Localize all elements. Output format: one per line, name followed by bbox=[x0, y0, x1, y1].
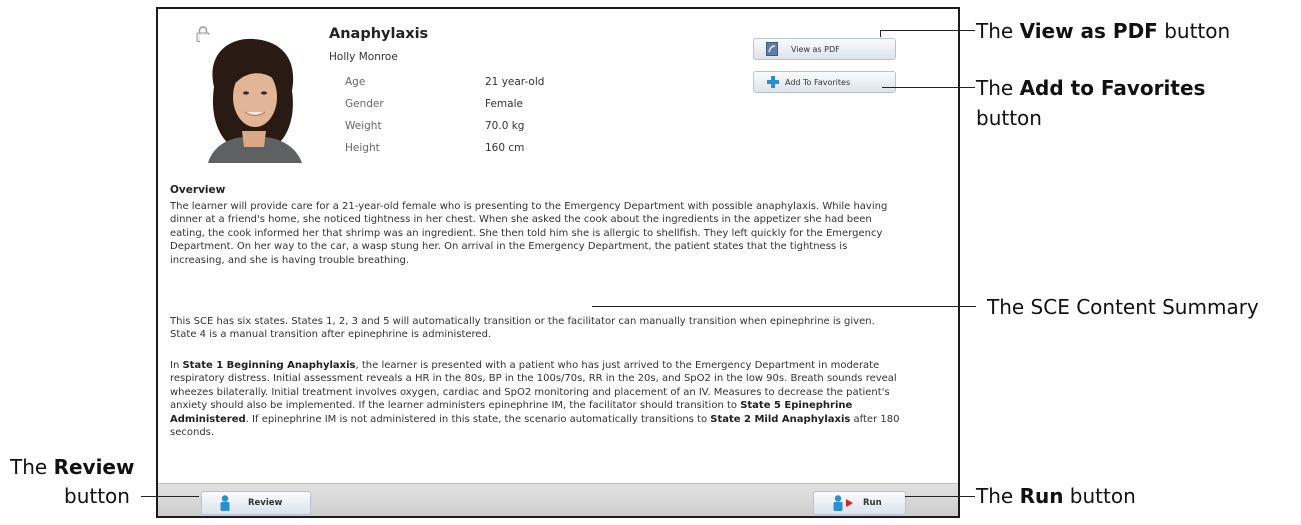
leader-line bbox=[880, 30, 881, 37]
overview-paragraph-1: The learner will provide care for a 21-y… bbox=[170, 201, 888, 266]
attribute-label: Gender bbox=[345, 98, 384, 110]
callout-text: button bbox=[1157, 19, 1231, 43]
pdf-icon bbox=[766, 42, 778, 56]
callout-view-as-pdf: The View as PDF button bbox=[976, 19, 1230, 43]
add-to-favorites-button[interactable]: Add To Favorites bbox=[753, 71, 896, 93]
attribute-row-height: Height 160 cm bbox=[345, 142, 645, 156]
attribute-row-gender: Gender Female bbox=[345, 98, 645, 112]
paragraph-text: . If epinephrine IM is not administered … bbox=[245, 413, 711, 425]
case-title: Anaphylaxis bbox=[329, 26, 429, 42]
attribute-label: Height bbox=[345, 142, 380, 154]
review-button[interactable]: Review bbox=[201, 491, 311, 515]
attribute-value: 70.0 kg bbox=[485, 120, 525, 132]
callout-review-line2: button bbox=[64, 484, 130, 508]
paragraph-text: In bbox=[170, 360, 183, 371]
leader-line bbox=[880, 30, 975, 31]
review-label: Review bbox=[248, 498, 283, 508]
play-icon bbox=[846, 499, 853, 507]
leader-line bbox=[141, 496, 199, 497]
callout-text: The bbox=[976, 19, 1020, 43]
overview-paragraph-3: In State 1 Beginning Anaphylaxis, the le… bbox=[170, 359, 900, 439]
overview-paragraph-2: This SCE has six states. States 1, 2, 3 … bbox=[170, 316, 875, 341]
attribute-value: Female bbox=[485, 98, 523, 110]
plus-icon bbox=[767, 76, 779, 88]
state-2-name: State 2 Mild Anaphylaxis bbox=[710, 413, 851, 425]
callout-review: The Review bbox=[10, 455, 134, 479]
callout-text-bold: Add to Favorites bbox=[1019, 76, 1206, 100]
add-to-favorites-label: Add To Favorites bbox=[785, 77, 851, 87]
callout-text: The bbox=[10, 455, 54, 479]
attribute-row-age: Age 21 year-old bbox=[345, 76, 645, 90]
leader-line bbox=[882, 87, 975, 88]
case-detail-panel: Anaphylaxis Holly Monroe Age 21 year-old… bbox=[156, 7, 960, 518]
callout-run: The Run button bbox=[976, 484, 1136, 508]
run-label: Run bbox=[863, 498, 882, 508]
run-button[interactable]: Run bbox=[813, 491, 906, 515]
leader-line bbox=[592, 306, 976, 307]
person-icon bbox=[833, 495, 843, 511]
callout-text: The bbox=[976, 76, 1020, 100]
callout-text-bold: View as PDF bbox=[1019, 19, 1158, 43]
patient-photo bbox=[200, 35, 308, 163]
attribute-value: 160 cm bbox=[485, 142, 525, 154]
callout-add-to-favorites: The Add to Favorites bbox=[976, 76, 1205, 100]
callout-text-bold: Run bbox=[1019, 484, 1064, 508]
view-as-pdf-label: View as PDF bbox=[791, 44, 840, 54]
view-as-pdf-button[interactable]: View as PDF bbox=[753, 38, 896, 60]
leader-line bbox=[905, 496, 975, 497]
attribute-label: Weight bbox=[345, 120, 382, 132]
attribute-row-weight: Weight 70.0 kg bbox=[345, 120, 645, 134]
patient-name: Holly Monroe bbox=[329, 51, 398, 63]
callout-sce-content-summary: The SCE Content Summary bbox=[987, 295, 1259, 319]
callout-add-to-favorites-line2: button bbox=[976, 106, 1042, 130]
state-1-name: State 1 Beginning Anaphylaxis bbox=[182, 360, 356, 371]
callout-text: button bbox=[1063, 484, 1136, 508]
callout-text: The bbox=[976, 484, 1020, 508]
overview-heading: Overview bbox=[170, 184, 226, 196]
callout-text-bold: Review bbox=[53, 455, 135, 479]
attribute-label: Age bbox=[345, 76, 366, 88]
person-icon bbox=[220, 495, 230, 511]
attribute-value: 21 year-old bbox=[485, 76, 545, 88]
